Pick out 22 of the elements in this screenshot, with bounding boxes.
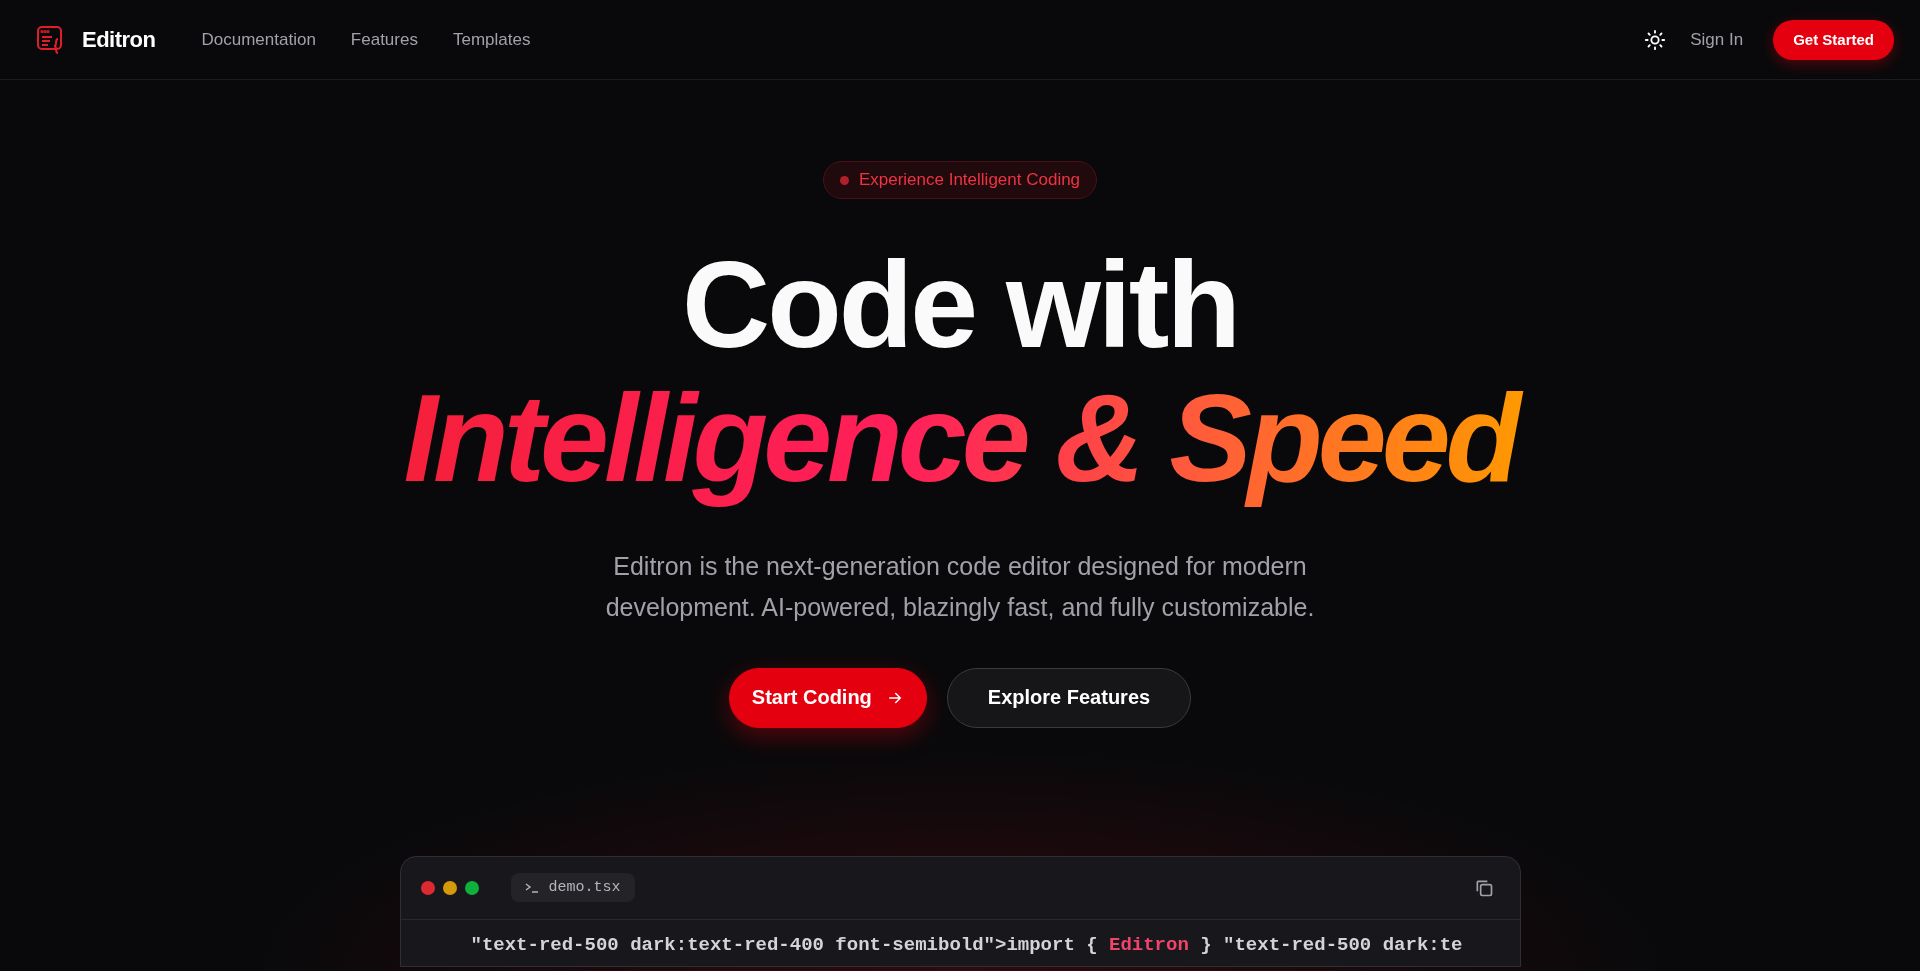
hero-subtitle: Editron is the next-generation code editor designed for modern development. AI-powered, blazingly fast, and fully customizable. <box>604 550 1316 623</box>
badge-text: Experience Intelligent Coding <box>858 170 1081 190</box>
terminal-icon <box>524 881 539 894</box>
nav-link[interactable]: Templates <box>452 29 531 50</box>
sun-icon <box>1644 28 1667 51</box>
window-minimize-dot[interactable] <box>442 880 457 895</box>
nav-link[interactable]: Documentation <box>201 29 316 50</box>
get-started-button[interactable]: Get Started <box>1773 19 1894 60</box>
sign-in-link[interactable]: Sign In <box>1690 29 1744 50</box>
hero-heading: Code with <box>682 241 1238 370</box>
explore-features-button[interactable]: Explore Features <box>946 667 1192 728</box>
window-maximize-dot[interactable] <box>464 880 479 895</box>
window-close-dot[interactable] <box>420 880 435 895</box>
theme-toggle-button[interactable] <box>1644 28 1667 51</box>
badge-dot <box>839 175 849 185</box>
nav-link[interactable]: Features <box>350 29 418 50</box>
code-line: "text-red-500 dark:text-red-400 font-semibold">import { Editron } "text-red-500 dark:te <box>469 932 1464 958</box>
brand-name: Editron <box>82 26 156 53</box>
file-name: demo.tsx <box>548 879 621 897</box>
start-coding-button[interactable]: Start Coding <box>728 667 927 728</box>
file-tab[interactable]: demo.tsx <box>510 873 635 903</box>
logo-icon <box>36 24 64 55</box>
